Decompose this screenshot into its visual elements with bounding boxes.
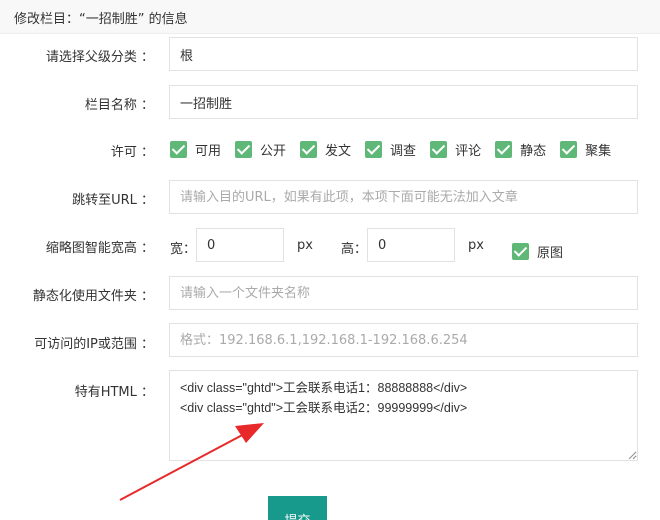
checkmark-icon xyxy=(430,140,448,158)
column-name-input[interactable] xyxy=(169,85,638,119)
height-unit: px xyxy=(468,238,484,253)
permission-comment-checkbox[interactable]: 评论 xyxy=(430,140,481,159)
original-image-checkbox[interactable]: 原图 xyxy=(512,242,563,261)
ip-range-input[interactable] xyxy=(169,323,638,357)
static-folder-input[interactable] xyxy=(169,276,638,310)
permissions-label: 许可 ： xyxy=(110,145,154,160)
permission-aggregate-checkbox[interactable]: 聚集 xyxy=(560,140,611,159)
width-label: 宽： xyxy=(170,242,197,257)
checkmark-icon xyxy=(170,140,187,158)
width-unit: px xyxy=(297,238,313,253)
submit-button[interactable]: 提交 xyxy=(268,496,327,520)
thumbnail-width-input[interactable] xyxy=(196,228,284,262)
checkmark-icon xyxy=(365,140,383,158)
permission-static-checkbox[interactable]: 静态 xyxy=(495,140,546,159)
parent-category-label: 请选择父级分类 ： xyxy=(45,50,154,65)
static-folder-label: 静态化使用文件夹 ： xyxy=(32,289,154,304)
height-label: 高： xyxy=(341,242,368,257)
thumbnail-height-input[interactable] xyxy=(367,228,455,262)
ip-range-label: 可访问的IP或范围 ： xyxy=(34,337,154,352)
permission-post-checkbox[interactable]: 发文 xyxy=(300,140,351,159)
checkmark-icon xyxy=(560,140,578,158)
checkmark-icon xyxy=(512,243,529,260)
checkmark-icon xyxy=(300,140,318,158)
permission-available-checkbox[interactable]: 可用 xyxy=(170,140,221,159)
redirect-url-label: 跳转至URL ： xyxy=(72,193,154,208)
checkmark-icon xyxy=(495,140,513,158)
permission-public-checkbox[interactable]: 公开 xyxy=(235,140,286,159)
special-html-line: <div class="ghtd">工会联系电话2：99999999</div> xyxy=(180,401,468,415)
dialog-title-bar: 修改栏目：“一招制胜” 的信息 xyxy=(0,0,660,34)
special-html-textarea[interactable]: <div class="ghtd">工会联系电话1：88888888</div>… xyxy=(169,370,638,461)
permissions-checkbox-group: 可用 公开 发文 调查 评论 静态 聚集 xyxy=(170,139,625,159)
column-name-label: 栏目名称 ： xyxy=(84,98,154,113)
redirect-url-input[interactable] xyxy=(169,180,638,214)
checkmark-icon xyxy=(235,140,253,158)
parent-category-field[interactable] xyxy=(169,37,638,71)
special-html-line: <div class="ghtd">工会联系电话1：88888888</div> xyxy=(180,381,468,395)
permission-survey-checkbox[interactable]: 调查 xyxy=(365,140,416,159)
thumbnail-size-label: 缩略图智能宽高 ： xyxy=(45,241,154,256)
special-html-label: 特有HTML ： xyxy=(74,385,154,400)
dialog-title: 修改栏目：“一招制胜” 的信息 xyxy=(14,12,188,27)
